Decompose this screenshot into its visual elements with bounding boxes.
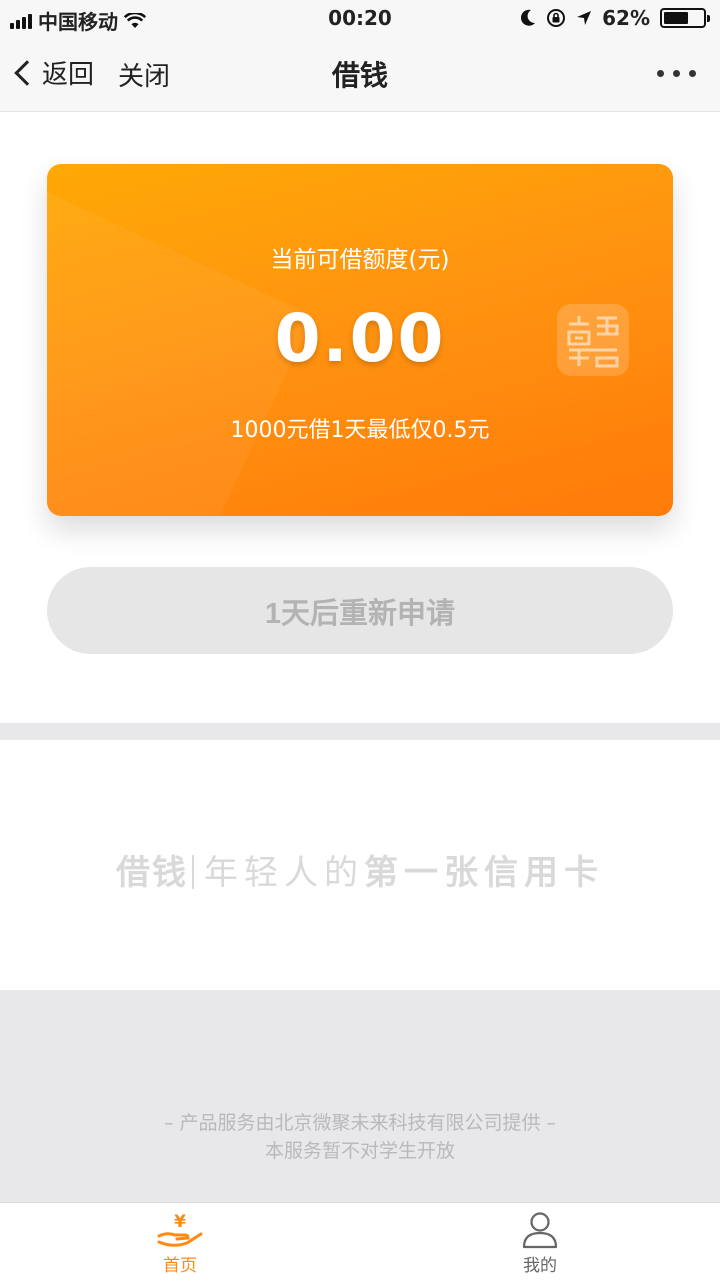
slogan-brand: 借钱 xyxy=(116,853,188,893)
more-dot-icon xyxy=(657,70,664,77)
status-right: 62% xyxy=(520,6,710,30)
screen: 中国移动 00:20 62% 返回 关闭 借钱 当前可借额度(元) 0.00 1… xyxy=(0,0,720,1280)
provider-note: – 产品服务由北京微聚未来科技有限公司提供 – xyxy=(163,1112,557,1134)
battery-icon xyxy=(660,8,710,28)
rotation-lock-icon xyxy=(547,9,566,27)
student-notice: 本服务暂不对学生开放 xyxy=(264,1140,455,1162)
brand-slogan: 借钱 年轻人的第一张信用卡 xyxy=(0,845,720,894)
status-bar: 中国移动 00:20 62% xyxy=(0,0,720,36)
tab-home-label: 首页 xyxy=(163,1256,197,1276)
battery-percent: 62% xyxy=(602,6,650,30)
battery-fill xyxy=(664,12,688,24)
tab-bar: ¥ 首页 我的 xyxy=(0,1202,720,1280)
tab-mine[interactable]: 我的 xyxy=(360,1203,720,1280)
page-title: 借钱 xyxy=(331,59,388,92)
footer: – 产品服务由北京微聚未来科技有限公司提供 – 本服务暂不对学生开放 xyxy=(0,990,720,1202)
moon-icon xyxy=(521,9,536,26)
tab-mine-label: 我的 xyxy=(523,1256,557,1276)
reapply-button[interactable]: 1天后重新申请 xyxy=(47,567,673,654)
yen-hand-icon: ¥ xyxy=(157,1211,203,1249)
credit-limit-label: 当前可借额度(元) xyxy=(270,247,450,273)
close-button[interactable]: 关闭 xyxy=(118,56,170,93)
user-icon xyxy=(520,1211,560,1249)
more-dot-icon xyxy=(689,70,696,77)
seal-stamp-icon xyxy=(557,304,629,376)
more-dot-icon xyxy=(673,70,680,77)
tab-home[interactable]: ¥ 首页 xyxy=(0,1203,360,1280)
section-divider xyxy=(0,723,720,740)
chevron-left-icon xyxy=(14,59,40,86)
more-options-button[interactable] xyxy=(657,70,696,77)
back-label: 返回 xyxy=(42,60,95,90)
svg-text:¥: ¥ xyxy=(174,1212,186,1232)
back-button[interactable]: 返回 xyxy=(14,54,95,91)
nav-bar: 返回 关闭 借钱 xyxy=(0,36,720,112)
slogan-part1: 年轻人的 xyxy=(204,853,364,893)
credit-limit-card: 当前可借额度(元) 0.00 1000元借1天最低仅0.5元 xyxy=(47,164,673,516)
slogan-divider xyxy=(192,854,194,889)
loan-cost-note: 1000元借1天最低仅0.5元 xyxy=(230,418,490,443)
slogan-part2: 第一张信用卡 xyxy=(364,853,604,893)
location-arrow-icon xyxy=(577,11,592,25)
